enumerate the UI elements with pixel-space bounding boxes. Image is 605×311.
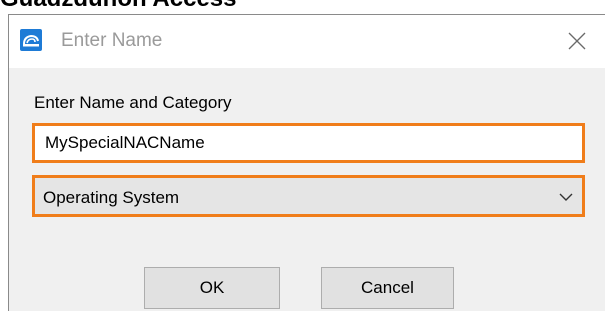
category-dropdown[interactable]: Operating System <box>32 175 585 217</box>
close-icon <box>568 32 586 50</box>
dialog-titlebar: Enter Name <box>9 15 605 68</box>
name-category-label: Enter Name and Category <box>34 93 232 112</box>
app-logo-icon <box>20 29 42 51</box>
screenshot-page: Guadzdunon Access Enter Name Enter Name … <box>0 0 605 311</box>
page-heading: Guadzdunon Access <box>0 0 236 12</box>
page-heading-strip: Guadzdunon Access <box>0 0 605 12</box>
dialog-title: Enter Name <box>61 30 163 51</box>
cancel-button[interactable]: Cancel <box>321 267 454 309</box>
name-input[interactable] <box>32 123 585 163</box>
ok-button[interactable]: OK <box>144 267 280 309</box>
close-button[interactable] <box>557 23 597 59</box>
enter-name-dialog: Enter Name Enter Name and Category Opera… <box>8 14 605 311</box>
chevron-down-icon <box>559 193 573 201</box>
category-selected-value: Operating System <box>43 188 180 207</box>
